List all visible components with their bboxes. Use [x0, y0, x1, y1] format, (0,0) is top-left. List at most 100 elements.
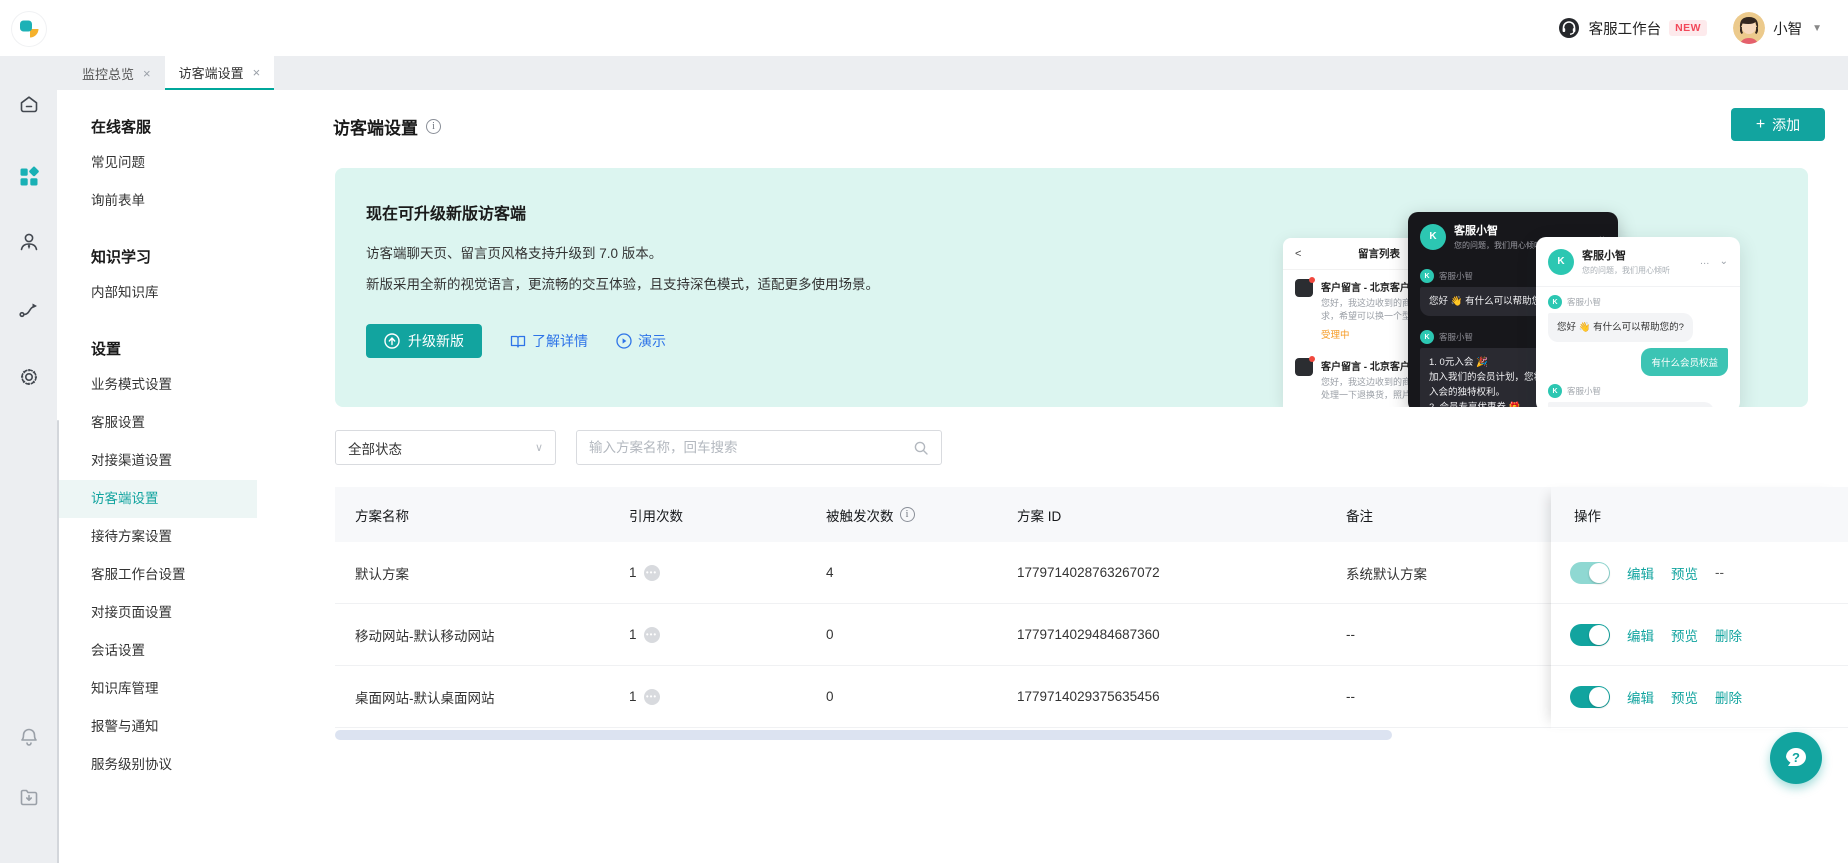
delete-link[interactable]: 删除	[1715, 625, 1742, 645]
topbar-right-group: 客服工作台 NEW 小智 ▼	[1557, 0, 1822, 56]
demo-link[interactable]: 演示	[616, 331, 666, 351]
actions-sticky-column: 操作 编辑 预览 -- 编辑 预览 删除 编辑 预览 删除	[1551, 487, 1848, 729]
flow-route-icon[interactable]	[16, 296, 42, 322]
actions-row: 编辑 预览 删除	[1551, 604, 1848, 666]
mock-header-icons: … ⌄	[1700, 256, 1728, 267]
tab-monitor-overview[interactable]: 监控总览 ×	[68, 56, 165, 90]
tab-bar: 监控总览 × 访客端设置 ×	[57, 56, 1848, 90]
more-icon[interactable]	[643, 626, 660, 643]
preview-link[interactable]: 预览	[1671, 687, 1698, 707]
triggered-info-icon[interactable]: i	[899, 507, 915, 522]
avatar: K	[1548, 295, 1562, 309]
user-avatar[interactable]	[1733, 12, 1766, 44]
sidebar-item-session-settings[interactable]: 会话设置	[57, 632, 257, 670]
avatar: K	[1420, 223, 1446, 250]
cell-plan-name: 移动网站-默认移动网站	[355, 628, 495, 644]
notifications-bell-icon[interactable]	[16, 724, 42, 750]
sidebar-item-preform[interactable]: 询前表单	[57, 182, 257, 220]
actions-row: 编辑 预览 删除	[1551, 666, 1848, 728]
sidebar-item-channel-settings[interactable]: 对接渠道设置	[57, 442, 257, 480]
edit-link[interactable]: 编辑	[1627, 687, 1654, 707]
tab-label: 监控总览	[82, 66, 135, 82]
search-input[interactable]	[589, 440, 913, 455]
banner-desc-line2: 新版采用全新的视觉语言，更流畅的交互体验，且支持深色模式，适配更多使用场景。	[366, 277, 879, 292]
page-info-icon[interactable]: i	[426, 119, 441, 134]
avatar: K	[1420, 330, 1434, 344]
col-header-plan-name: 方案名称	[355, 508, 409, 524]
sidebar-heading-knowledge: 知识学习	[91, 249, 152, 266]
preview-link[interactable]: 预览	[1671, 563, 1698, 583]
chevron-down-icon[interactable]: ▼	[1812, 23, 1822, 34]
edit-link[interactable]: 编辑	[1627, 625, 1654, 645]
search-icon[interactable]	[913, 440, 929, 456]
more-icon[interactable]	[643, 688, 660, 705]
chevron-down-icon: ⌄	[1719, 256, 1728, 267]
sidebar-item-sla[interactable]: 服务级别协议	[57, 746, 257, 784]
sidebar-item-visitor-settings[interactable]: 访客端设置	[57, 480, 257, 518]
sidebar-item-alerts[interactable]: 报警与通知	[57, 708, 257, 746]
sidebar-menu: 在线客服 常见问题 询前表单 知识学习 内部知识库 设置 业务模式设置 客服设置…	[57, 90, 257, 784]
col-header-remark: 备注	[1346, 508, 1373, 524]
apps-grid-icon[interactable]	[16, 164, 42, 190]
brand-logo[interactable]	[12, 12, 46, 46]
more-icon: …	[1699, 256, 1710, 267]
settings-gear-icon[interactable]	[16, 364, 42, 390]
mock-msg-label: K 客服小智	[1548, 295, 1740, 309]
col-header-triggered-count: 被触发次数 i	[826, 505, 1017, 525]
learn-more-link[interactable]: 了解详情	[510, 331, 588, 351]
help-button[interactable]: ?	[1770, 732, 1822, 784]
banner-description: 访客端聊天页、留言页风格支持升级到 7.0 版本。 新版采用全新的视觉语言，更流…	[366, 238, 879, 300]
cell-triggered-count: 0	[826, 689, 834, 704]
enable-toggle[interactable]	[1570, 561, 1610, 584]
col-header-actions: 操作	[1551, 487, 1848, 542]
add-button[interactable]: + 添加	[1731, 108, 1825, 141]
tab-visitor-settings[interactable]: 访客端设置 ×	[164, 56, 275, 90]
cell-remark: --	[1346, 627, 1355, 642]
banner-actions: 升级新版 了解详情 演示	[366, 324, 666, 358]
table-row: 默认方案 1 4 1779714028763267072 系统默认方案	[335, 542, 1551, 604]
sidebar-item-agent-settings[interactable]: 客服设置	[57, 404, 257, 442]
cell-cited-count: 1	[629, 688, 826, 705]
user-name[interactable]: 小智	[1773, 18, 1802, 39]
cell-triggered-count: 0	[826, 627, 834, 642]
agent-icon[interactable]	[16, 229, 42, 255]
delete-link[interactable]: 删除	[1715, 687, 1742, 707]
enable-toggle[interactable]	[1570, 623, 1610, 646]
cell-remark: --	[1346, 689, 1355, 704]
home-icon[interactable]	[16, 92, 42, 118]
sidebar-item-workbench-settings[interactable]: 客服工作台设置	[57, 556, 257, 594]
edit-link[interactable]: 编辑	[1627, 563, 1654, 583]
mock-agent-name: 客服小智	[1454, 225, 1498, 237]
avatar: K	[1548, 248, 1574, 275]
delete-placeholder: --	[1715, 565, 1724, 580]
sidebar-item-faq[interactable]: 常见问题	[57, 144, 257, 182]
upgrade-button[interactable]: 升级新版	[366, 324, 482, 358]
status-filter-select[interactable]: 全部状态 ∨	[335, 430, 556, 465]
customer-service-icon	[1557, 16, 1581, 40]
mock-agent-name: 客服小智	[1582, 250, 1626, 262]
upgrade-button-label: 升级新版	[408, 333, 464, 349]
horizontal-scrollbar[interactable]	[335, 730, 1392, 740]
close-icon[interactable]: ×	[143, 66, 151, 81]
close-icon[interactable]: ×	[253, 65, 261, 80]
sidebar-item-business-mode[interactable]: 业务模式设置	[57, 366, 257, 404]
sidebar-item-kb-management[interactable]: 知识库管理	[57, 670, 257, 708]
sidebar-item-reception-plan[interactable]: 接待方案设置	[57, 518, 257, 556]
banner-desc-line1: 访客端聊天页、留言页风格支持升级到 7.0 版本。	[366, 246, 663, 261]
table-header-row: 方案名称 引用次数 被触发次数 i 方案 ID 备注	[335, 487, 1551, 542]
new-badge: NEW	[1669, 20, 1708, 36]
cell-plan-name: 桌面网站-默认桌面网站	[355, 690, 495, 706]
sidebar-item-page-settings[interactable]: 对接页面设置	[57, 594, 257, 632]
preview-link[interactable]: 预览	[1671, 625, 1698, 645]
chevron-down-icon: ∨	[534, 442, 543, 454]
add-button-label: 添加	[1772, 116, 1801, 133]
more-icon[interactable]	[643, 564, 660, 581]
enable-toggle[interactable]	[1570, 685, 1610, 708]
cell-plan-name: 默认方案	[355, 566, 409, 582]
sidebar: 在线客服 常见问题 询前表单 知识学习 内部知识库 设置 业务模式设置 客服设置…	[57, 90, 257, 863]
sidebar-scrollbar[interactable]	[57, 420, 59, 863]
workbench-link[interactable]: 客服工作台	[1589, 18, 1662, 39]
download-center-icon[interactable]	[16, 784, 42, 810]
sidebar-item-internal-kb[interactable]: 内部知识库	[57, 274, 257, 312]
app-root: 客服工作台 NEW 小智 ▼ 监控总览 × 访客端设置 × 在线客服 常见问题 …	[0, 0, 1848, 863]
